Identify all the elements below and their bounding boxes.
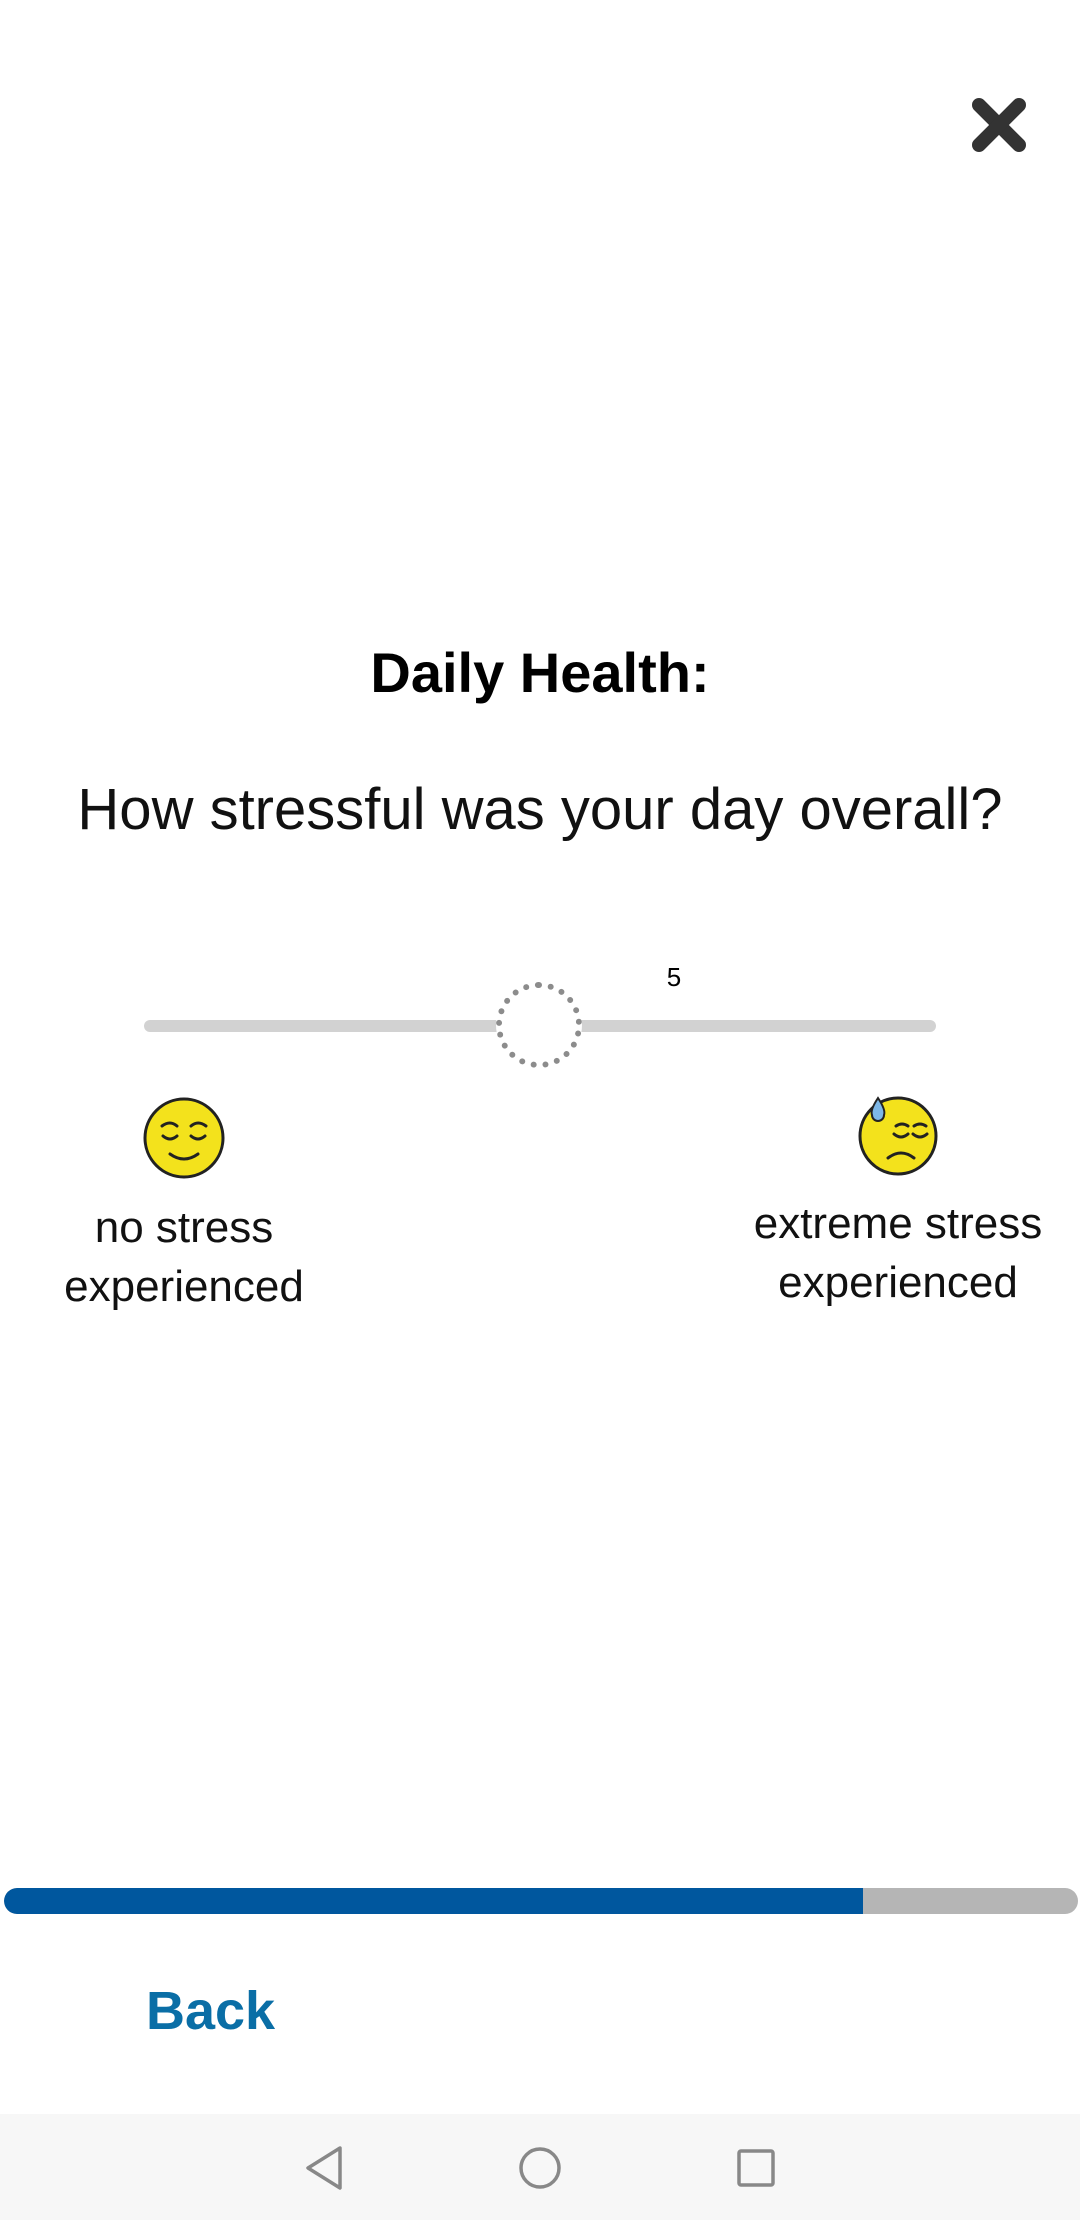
min-anchor: no stress experienced xyxy=(24,1096,344,1316)
nav-back-button[interactable] xyxy=(292,2136,356,2200)
survey-screen: Daily Health: How stressful was your day… xyxy=(0,0,1080,2220)
nav-home-button[interactable] xyxy=(508,2136,572,2200)
survey-title: Daily Health: xyxy=(370,641,710,704)
home-circle-icon xyxy=(519,2147,561,2189)
slider-value-label: 5 xyxy=(666,962,682,992)
max-anchor-label: extreme stress experienced xyxy=(753,1199,1043,1307)
min-anchor-label: no stress experienced xyxy=(64,1203,304,1311)
nav-recents-button[interactable] xyxy=(724,2136,788,2200)
recents-square-icon xyxy=(737,2149,775,2187)
relieved-face-icon xyxy=(143,1097,225,1179)
stress-slider[interactable]: 5 xyxy=(144,962,936,1092)
back-button[interactable]: Back xyxy=(146,1980,275,2042)
system-nav-bar xyxy=(0,2114,1080,2220)
downcast-face-with-sweat-icon xyxy=(858,1096,938,1176)
close-button[interactable] xyxy=(962,88,1036,162)
survey-progress-bar xyxy=(4,1888,1078,1914)
back-triangle-icon xyxy=(306,2146,342,2190)
survey-question: How stressful was your day overall? xyxy=(77,777,1003,842)
slider-thumb[interactable] xyxy=(496,982,582,1068)
close-x-icon xyxy=(972,98,1026,152)
max-anchor: extreme stress experienced xyxy=(738,1092,1058,1312)
progress-fill xyxy=(4,1888,864,1914)
